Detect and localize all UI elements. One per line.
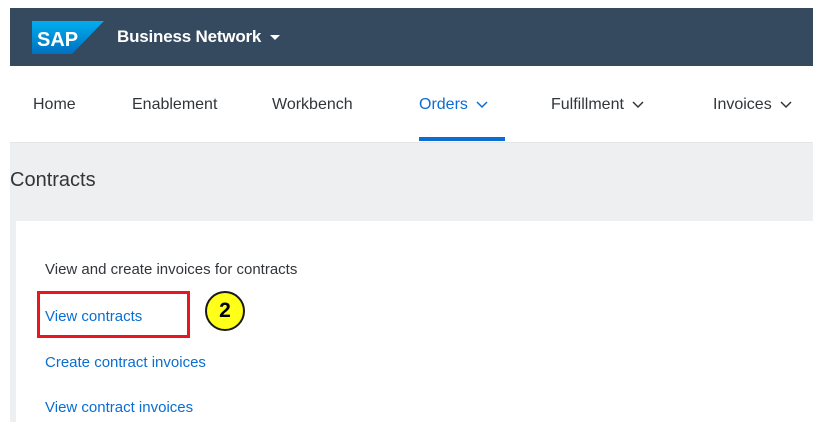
nav-orders-label: Orders xyxy=(419,95,468,113)
product-name: Business Network xyxy=(117,27,262,46)
sap-logo[interactable]: SAP xyxy=(32,21,104,54)
nav-enablement[interactable]: Enablement xyxy=(132,66,217,143)
nav-enablement-label: Enablement xyxy=(132,95,218,113)
nav-invoices-label: Invoices xyxy=(713,95,772,113)
chevron-down-icon xyxy=(632,100,644,108)
nav-invoices[interactable]: Invoices xyxy=(713,66,792,143)
create-contract-invoices-link[interactable]: Create contract invoices xyxy=(45,354,206,371)
sap-logo-icon: SAP xyxy=(32,21,104,54)
view-contract-invoices-link[interactable]: View contract invoices xyxy=(45,399,193,416)
chevron-down-icon xyxy=(476,100,488,108)
product-switcher[interactable]: Business Network xyxy=(117,24,281,50)
top-shell-bar: SAP Business Network xyxy=(10,8,813,66)
nav-workbench-label: Workbench xyxy=(272,95,353,113)
nav-home[interactable]: Home xyxy=(33,66,76,143)
card-description: View and create invoices for contracts xyxy=(45,261,298,278)
caret-down-icon xyxy=(270,35,281,40)
main-navigation: Home Enablement Workbench Orders Fulfill… xyxy=(10,66,813,143)
left-margin xyxy=(0,0,10,422)
nav-home-label: Home xyxy=(33,95,76,113)
nav-orders[interactable]: Orders xyxy=(419,66,488,143)
highlight-box xyxy=(37,291,190,338)
contracts-card: View and create invoices for contracts V… xyxy=(16,221,813,422)
step-number: 2 xyxy=(219,299,231,322)
nav-workbench[interactable]: Workbench xyxy=(272,66,353,143)
page-title: Contracts xyxy=(10,169,96,191)
active-tab-indicator xyxy=(419,137,505,141)
nav-fulfillment-label: Fulfillment xyxy=(551,95,624,113)
step-badge: 2 xyxy=(205,291,245,331)
chevron-down-icon xyxy=(780,100,792,108)
logo-text: SAP xyxy=(37,29,78,51)
page-content: Contracts View and create invoices for c… xyxy=(10,143,813,422)
nav-fulfillment[interactable]: Fulfillment xyxy=(551,66,644,143)
